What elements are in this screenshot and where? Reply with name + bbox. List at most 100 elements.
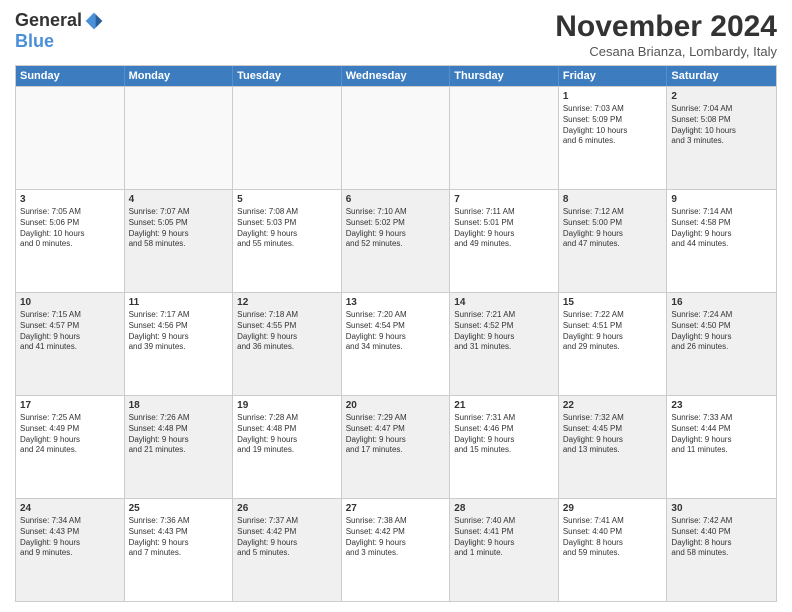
cell-info: Sunrise: 7:05 AMSunset: 5:06 PMDaylight:… [20, 207, 120, 250]
day-number: 22 [563, 399, 663, 412]
day-number: 10 [20, 296, 120, 309]
calendar-cell-30: 30Sunrise: 7:42 AMSunset: 4:40 PMDayligh… [667, 499, 776, 601]
cell-info: Sunrise: 7:21 AMSunset: 4:52 PMDaylight:… [454, 310, 554, 353]
calendar-cell-23: 23Sunrise: 7:33 AMSunset: 4:44 PMDayligh… [667, 396, 776, 498]
calendar-cell-24: 24Sunrise: 7:34 AMSunset: 4:43 PMDayligh… [16, 499, 125, 601]
calendar-cell-7: 7Sunrise: 7:11 AMSunset: 5:01 PMDaylight… [450, 190, 559, 292]
day-number: 9 [671, 193, 772, 206]
day-number: 19 [237, 399, 337, 412]
cell-info: Sunrise: 7:37 AMSunset: 4:42 PMDaylight:… [237, 516, 337, 559]
header-day-sunday: Sunday [16, 66, 125, 86]
cell-info: Sunrise: 7:08 AMSunset: 5:03 PMDaylight:… [237, 207, 337, 250]
calendar-cell-6: 6Sunrise: 7:10 AMSunset: 5:02 PMDaylight… [342, 190, 451, 292]
header-day-wednesday: Wednesday [342, 66, 451, 86]
cell-info: Sunrise: 7:20 AMSunset: 4:54 PMDaylight:… [346, 310, 446, 353]
day-number: 28 [454, 502, 554, 515]
calendar-cell-empty-1 [125, 87, 234, 189]
cell-info: Sunrise: 7:18 AMSunset: 4:55 PMDaylight:… [237, 310, 337, 353]
day-number: 12 [237, 296, 337, 309]
calendar-body: 1Sunrise: 7:03 AMSunset: 5:09 PMDaylight… [16, 86, 776, 601]
day-number: 16 [671, 296, 772, 309]
day-number: 15 [563, 296, 663, 309]
cell-info: Sunrise: 7:14 AMSunset: 4:58 PMDaylight:… [671, 207, 772, 250]
cell-info: Sunrise: 7:11 AMSunset: 5:01 PMDaylight:… [454, 207, 554, 250]
day-number: 2 [671, 90, 772, 103]
cell-info: Sunrise: 7:31 AMSunset: 4:46 PMDaylight:… [454, 413, 554, 456]
cell-info: Sunrise: 7:03 AMSunset: 5:09 PMDaylight:… [563, 104, 663, 147]
day-number: 23 [671, 399, 772, 412]
day-number: 29 [563, 502, 663, 515]
cell-info: Sunrise: 7:28 AMSunset: 4:48 PMDaylight:… [237, 413, 337, 456]
calendar-cell-29: 29Sunrise: 7:41 AMSunset: 4:40 PMDayligh… [559, 499, 668, 601]
location: Cesana Brianza, Lombardy, Italy [555, 44, 777, 59]
calendar-cell-15: 15Sunrise: 7:22 AMSunset: 4:51 PMDayligh… [559, 293, 668, 395]
calendar-cell-26: 26Sunrise: 7:37 AMSunset: 4:42 PMDayligh… [233, 499, 342, 601]
calendar-header: SundayMondayTuesdayWednesdayThursdayFrid… [16, 66, 776, 86]
calendar-cell-empty-3 [342, 87, 451, 189]
cell-info: Sunrise: 7:32 AMSunset: 4:45 PMDaylight:… [563, 413, 663, 456]
cell-info: Sunrise: 7:17 AMSunset: 4:56 PMDaylight:… [129, 310, 229, 353]
day-number: 14 [454, 296, 554, 309]
calendar-row-1: 3Sunrise: 7:05 AMSunset: 5:06 PMDaylight… [16, 189, 776, 292]
day-number: 4 [129, 193, 229, 206]
day-number: 26 [237, 502, 337, 515]
calendar-cell-3: 3Sunrise: 7:05 AMSunset: 5:06 PMDaylight… [16, 190, 125, 292]
cell-info: Sunrise: 7:40 AMSunset: 4:41 PMDaylight:… [454, 516, 554, 559]
cell-info: Sunrise: 7:10 AMSunset: 5:02 PMDaylight:… [346, 207, 446, 250]
cell-info: Sunrise: 7:25 AMSunset: 4:49 PMDaylight:… [20, 413, 120, 456]
day-number: 5 [237, 193, 337, 206]
title-block: November 2024 Cesana Brianza, Lombardy, … [555, 10, 777, 59]
day-number: 20 [346, 399, 446, 412]
logo: General Blue [15, 10, 104, 52]
day-number: 6 [346, 193, 446, 206]
day-number: 7 [454, 193, 554, 206]
cell-info: Sunrise: 7:26 AMSunset: 4:48 PMDaylight:… [129, 413, 229, 456]
cell-info: Sunrise: 7:04 AMSunset: 5:08 PMDaylight:… [671, 104, 772, 147]
day-number: 25 [129, 502, 229, 515]
calendar-cell-20: 20Sunrise: 7:29 AMSunset: 4:47 PMDayligh… [342, 396, 451, 498]
cell-info: Sunrise: 7:36 AMSunset: 4:43 PMDaylight:… [129, 516, 229, 559]
calendar-cell-8: 8Sunrise: 7:12 AMSunset: 5:00 PMDaylight… [559, 190, 668, 292]
calendar-cell-1: 1Sunrise: 7:03 AMSunset: 5:09 PMDaylight… [559, 87, 668, 189]
calendar-cell-17: 17Sunrise: 7:25 AMSunset: 4:49 PMDayligh… [16, 396, 125, 498]
header-day-tuesday: Tuesday [233, 66, 342, 86]
calendar-cell-9: 9Sunrise: 7:14 AMSunset: 4:58 PMDaylight… [667, 190, 776, 292]
day-number: 13 [346, 296, 446, 309]
cell-info: Sunrise: 7:15 AMSunset: 4:57 PMDaylight:… [20, 310, 120, 353]
cell-info: Sunrise: 7:24 AMSunset: 4:50 PMDaylight:… [671, 310, 772, 353]
calendar-row-3: 17Sunrise: 7:25 AMSunset: 4:49 PMDayligh… [16, 395, 776, 498]
cell-info: Sunrise: 7:33 AMSunset: 4:44 PMDaylight:… [671, 413, 772, 456]
calendar: SundayMondayTuesdayWednesdayThursdayFrid… [15, 65, 777, 602]
cell-info: Sunrise: 7:42 AMSunset: 4:40 PMDaylight:… [671, 516, 772, 559]
day-number: 24 [20, 502, 120, 515]
calendar-cell-25: 25Sunrise: 7:36 AMSunset: 4:43 PMDayligh… [125, 499, 234, 601]
calendar-cell-empty-0 [16, 87, 125, 189]
calendar-cell-14: 14Sunrise: 7:21 AMSunset: 4:52 PMDayligh… [450, 293, 559, 395]
day-number: 8 [563, 193, 663, 206]
calendar-cell-5: 5Sunrise: 7:08 AMSunset: 5:03 PMDaylight… [233, 190, 342, 292]
calendar-cell-empty-2 [233, 87, 342, 189]
calendar-cell-2: 2Sunrise: 7:04 AMSunset: 5:08 PMDaylight… [667, 87, 776, 189]
logo-blue-text: Blue [15, 31, 54, 52]
day-number: 27 [346, 502, 446, 515]
header: General Blue November 2024 Cesana Brianz… [15, 10, 777, 59]
calendar-cell-4: 4Sunrise: 7:07 AMSunset: 5:05 PMDaylight… [125, 190, 234, 292]
calendar-cell-18: 18Sunrise: 7:26 AMSunset: 4:48 PMDayligh… [125, 396, 234, 498]
day-number: 1 [563, 90, 663, 103]
calendar-cell-13: 13Sunrise: 7:20 AMSunset: 4:54 PMDayligh… [342, 293, 451, 395]
logo-general-text: General [15, 10, 82, 31]
calendar-cell-21: 21Sunrise: 7:31 AMSunset: 4:46 PMDayligh… [450, 396, 559, 498]
day-number: 17 [20, 399, 120, 412]
calendar-cell-27: 27Sunrise: 7:38 AMSunset: 4:42 PMDayligh… [342, 499, 451, 601]
calendar-cell-empty-4 [450, 87, 559, 189]
header-day-monday: Monday [125, 66, 234, 86]
day-number: 3 [20, 193, 120, 206]
cell-info: Sunrise: 7:29 AMSunset: 4:47 PMDaylight:… [346, 413, 446, 456]
calendar-row-4: 24Sunrise: 7:34 AMSunset: 4:43 PMDayligh… [16, 498, 776, 601]
calendar-cell-22: 22Sunrise: 7:32 AMSunset: 4:45 PMDayligh… [559, 396, 668, 498]
cell-info: Sunrise: 7:12 AMSunset: 5:00 PMDaylight:… [563, 207, 663, 250]
calendar-cell-19: 19Sunrise: 7:28 AMSunset: 4:48 PMDayligh… [233, 396, 342, 498]
calendar-row-0: 1Sunrise: 7:03 AMSunset: 5:09 PMDaylight… [16, 86, 776, 189]
header-day-thursday: Thursday [450, 66, 559, 86]
calendar-cell-28: 28Sunrise: 7:40 AMSunset: 4:41 PMDayligh… [450, 499, 559, 601]
